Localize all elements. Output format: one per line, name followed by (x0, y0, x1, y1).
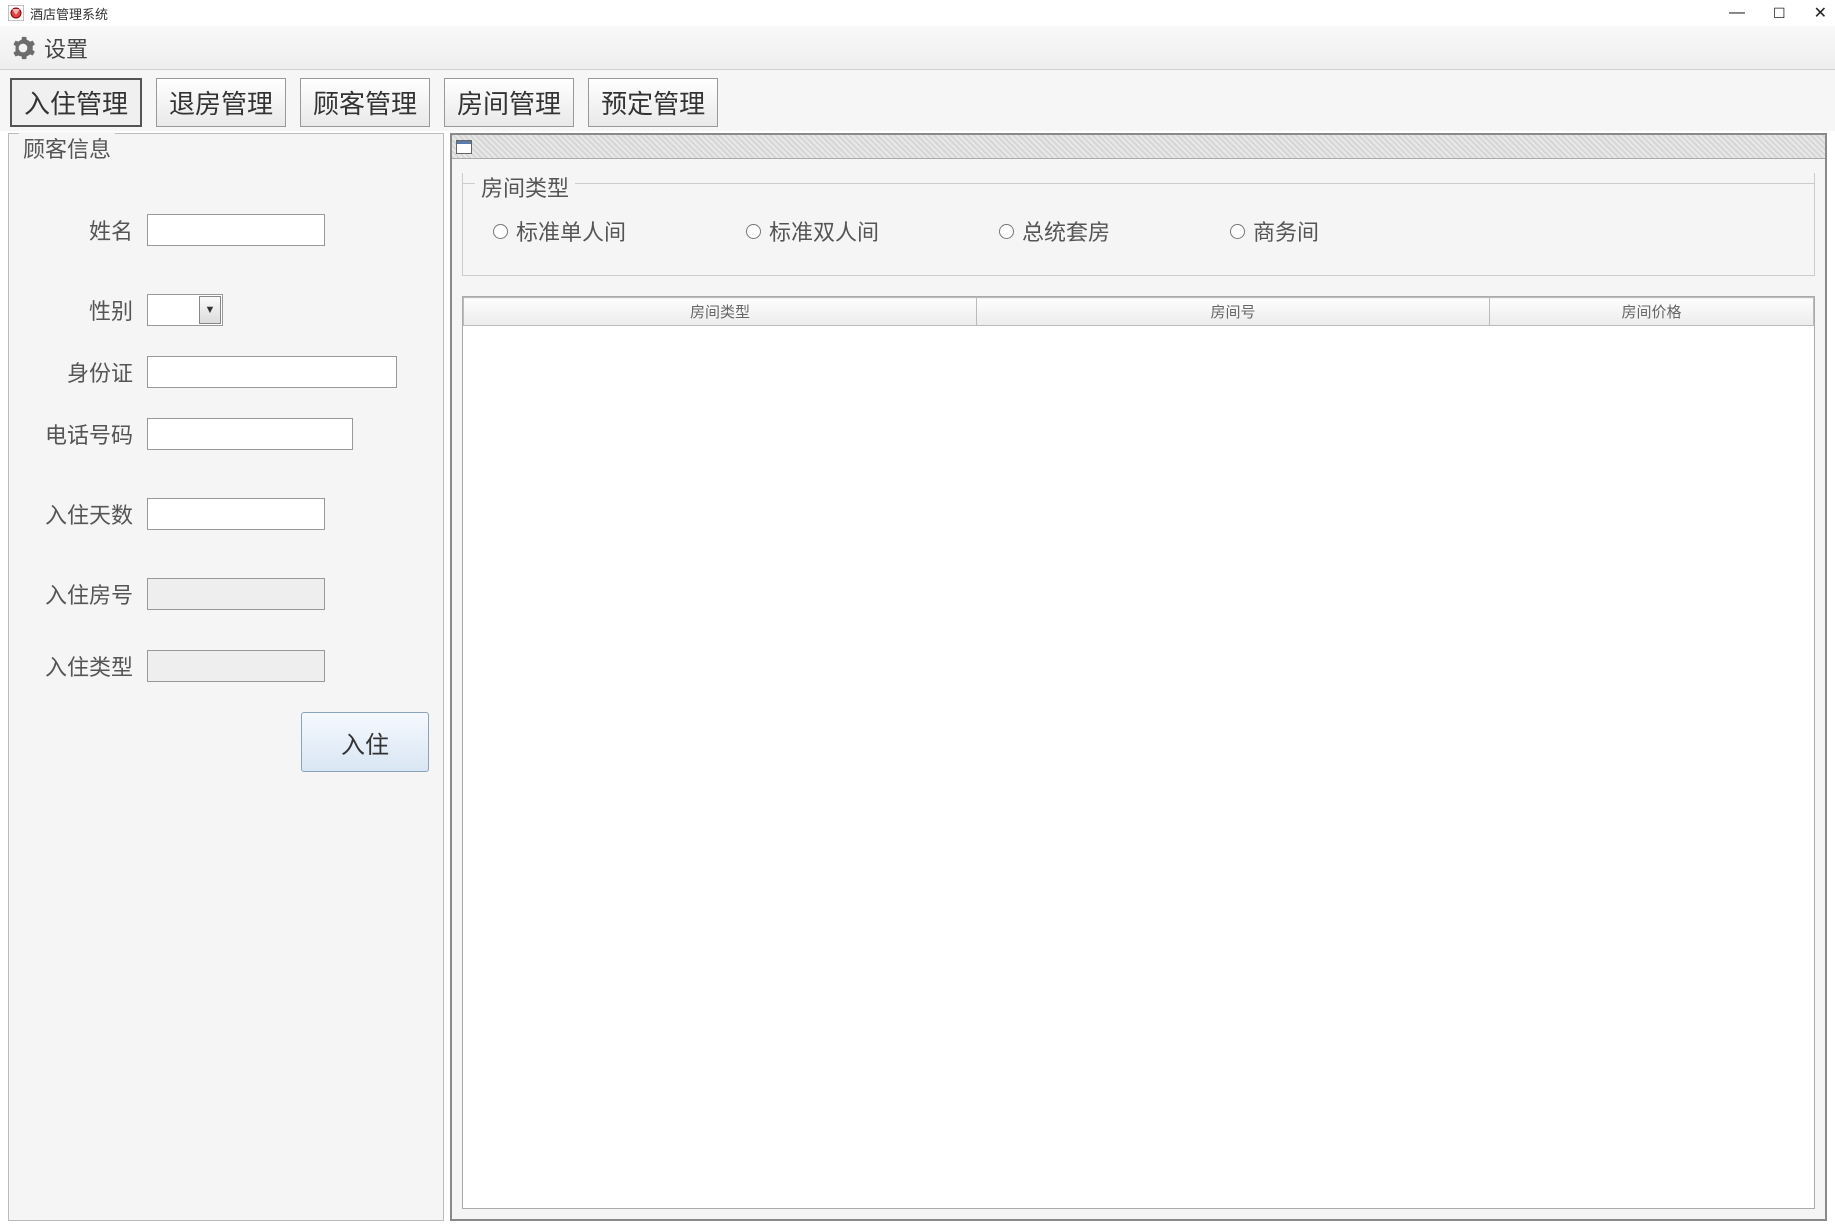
radio-presidential[interactable]: 总统套房 (999, 215, 1110, 247)
radio-label: 商务间 (1253, 215, 1319, 247)
tab-checkout[interactable]: 退房管理 (156, 78, 286, 127)
col-roomtype[interactable]: 房间类型 (464, 298, 977, 326)
label-name: 姓名 (19, 214, 139, 246)
combo-gender[interactable]: ▼ (147, 294, 223, 326)
room-panel: 房间类型 标准单人间 标准双人间 总统套房 商务间 (450, 133, 1827, 1221)
label-days: 入住天数 (19, 498, 139, 530)
window-title: 酒店管理系统 (30, 4, 108, 23)
room-type-group: 房间类型 标准单人间 标准双人间 总统套房 商务间 (462, 173, 1815, 276)
tab-reservation[interactable]: 预定管理 (588, 78, 718, 127)
input-roomno (147, 578, 325, 610)
input-idcard[interactable] (147, 356, 397, 388)
window-controls: — ☐ ✕ (1729, 3, 1827, 23)
customer-info-panel: 顾客信息 姓名 性别 ▼ 身份证 电话号码 入住天数 入住房号 (8, 133, 444, 1221)
work-area: 顾客信息 姓名 性别 ▼ 身份证 电话号码 入住天数 入住房号 (0, 131, 1835, 1231)
window-icon (456, 140, 472, 154)
gear-icon (10, 35, 36, 61)
radio-label: 总统套房 (1022, 215, 1110, 247)
room-table-wrap: 房间类型 房间号 房间价格 (462, 296, 1815, 1209)
tab-customer[interactable]: 顾客管理 (300, 78, 430, 127)
maximize-button[interactable]: ☐ (1773, 5, 1786, 22)
radio-icon (999, 224, 1014, 239)
checkin-button[interactable]: 入住 (301, 712, 429, 772)
room-table[interactable]: 房间类型 房间号 房间价格 (463, 297, 1814, 326)
title-bar: 酒店管理系统 — ☐ ✕ (0, 0, 1835, 26)
radio-label: 标准双人间 (769, 215, 879, 247)
input-roomtype (147, 650, 325, 682)
label-idcard: 身份证 (19, 356, 139, 388)
label-roomtype: 入住类型 (19, 650, 139, 682)
label-roomno: 入住房号 (19, 578, 139, 610)
tab-room[interactable]: 房间管理 (444, 78, 574, 127)
tab-row: 入住管理 退房管理 顾客管理 房间管理 预定管理 (0, 70, 1835, 131)
radio-standard-double[interactable]: 标准双人间 (746, 215, 879, 247)
radio-icon (1230, 224, 1245, 239)
app-icon (8, 5, 24, 21)
radio-icon (493, 224, 508, 239)
radio-business[interactable]: 商务间 (1230, 215, 1319, 247)
col-roomprice[interactable]: 房间价格 (1490, 298, 1814, 326)
close-button[interactable]: ✕ (1814, 3, 1827, 23)
tab-checkin[interactable]: 入住管理 (10, 78, 142, 127)
panel-header[interactable] (452, 135, 1825, 159)
menu-settings[interactable]: 设置 (44, 32, 88, 64)
minimize-button[interactable]: — (1729, 4, 1745, 22)
chevron-down-icon[interactable]: ▼ (199, 296, 221, 324)
radio-label: 标准单人间 (516, 215, 626, 247)
input-phone[interactable] (147, 418, 353, 450)
label-phone: 电话号码 (19, 418, 139, 450)
room-type-legend: 房间类型 (475, 171, 575, 203)
label-gender: 性别 (19, 294, 139, 326)
input-days[interactable] (147, 498, 325, 530)
col-roomno[interactable]: 房间号 (977, 298, 1490, 326)
customer-info-legend: 顾客信息 (19, 132, 115, 164)
radio-icon (746, 224, 761, 239)
radio-standard-single[interactable]: 标准单人间 (493, 215, 626, 247)
menu-bar: 设置 (0, 26, 1835, 70)
input-name[interactable] (147, 214, 325, 246)
